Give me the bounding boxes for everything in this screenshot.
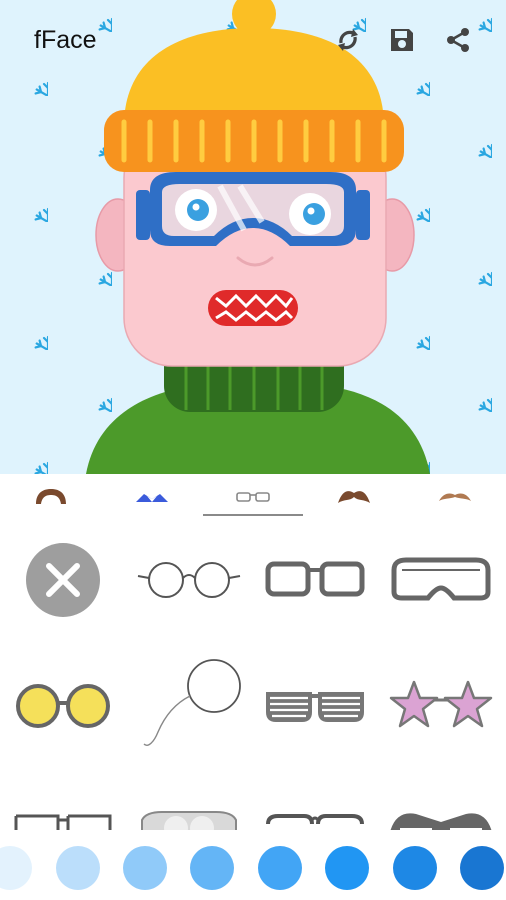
selected-tab-indicator	[203, 514, 303, 516]
browline-glasses-icon	[14, 814, 112, 830]
color-swatch[interactable]	[258, 846, 302, 890]
avatar-face	[86, 0, 430, 474]
hair-icon	[35, 489, 66, 504]
heavy-glasses-icon	[390, 813, 492, 830]
shuffle-icon	[338, 29, 358, 51]
tab-thin-mustache[interactable]	[404, 474, 505, 520]
close-icon	[26, 543, 100, 617]
square-glasses[interactable]	[252, 520, 378, 640]
save-button[interactable]	[384, 22, 420, 58]
share-button[interactable]	[440, 22, 476, 58]
glasses-icon	[235, 492, 270, 502]
glasses-grid	[0, 520, 506, 830]
heavy-frame-glasses[interactable]	[378, 772, 504, 830]
round-wire-glasses[interactable]	[126, 520, 252, 640]
color-palette	[0, 830, 506, 900]
pink-star-glasses[interactable]	[378, 646, 504, 766]
tab-clothes[interactable]	[101, 474, 202, 520]
browline-glasses[interactable]	[0, 772, 126, 830]
save-icon	[391, 29, 413, 51]
face-preview: fFace	[0, 0, 506, 474]
monocle[interactable]	[126, 646, 252, 766]
goggles-icon	[391, 557, 491, 601]
color-swatch[interactable]	[0, 846, 32, 890]
star-glasses-icon	[389, 680, 493, 728]
app-root: fFace	[0, 0, 506, 900]
none-option[interactable]	[0, 520, 126, 640]
yellow-sunglasses-icon	[16, 684, 110, 728]
color-swatch[interactable]	[123, 846, 167, 890]
round-glasses-icon	[137, 562, 241, 598]
monocle-icon	[143, 659, 241, 746]
thin-mustache-icon	[438, 493, 471, 501]
share-icon	[447, 28, 469, 52]
color-swatch[interactable]	[190, 846, 234, 890]
yellow-round-sunglasses[interactable]	[0, 646, 126, 766]
shutter-shades-icon	[266, 692, 364, 722]
color-swatch[interactable]	[460, 846, 504, 890]
aviator-glasses[interactable]	[126, 772, 252, 830]
aviator-glasses-icon	[141, 811, 237, 830]
color-swatch[interactable]	[393, 846, 437, 890]
randomize-button[interactable]	[330, 22, 366, 58]
square-glasses-icon	[265, 561, 365, 597]
color-swatch[interactable]	[325, 846, 369, 890]
app-title: fFace	[34, 26, 97, 54]
shirt-icon	[135, 494, 168, 502]
tab-mustache[interactable]	[303, 474, 404, 520]
ski-goggles[interactable]	[378, 520, 504, 640]
mustache-icon	[337, 491, 370, 503]
shutter-shades[interactable]	[252, 646, 378, 766]
half-rim-glasses-icon	[266, 814, 364, 825]
tab-hair[interactable]	[0, 474, 101, 520]
half-rim-glasses[interactable]	[252, 772, 378, 830]
color-swatch[interactable]	[56, 846, 100, 890]
